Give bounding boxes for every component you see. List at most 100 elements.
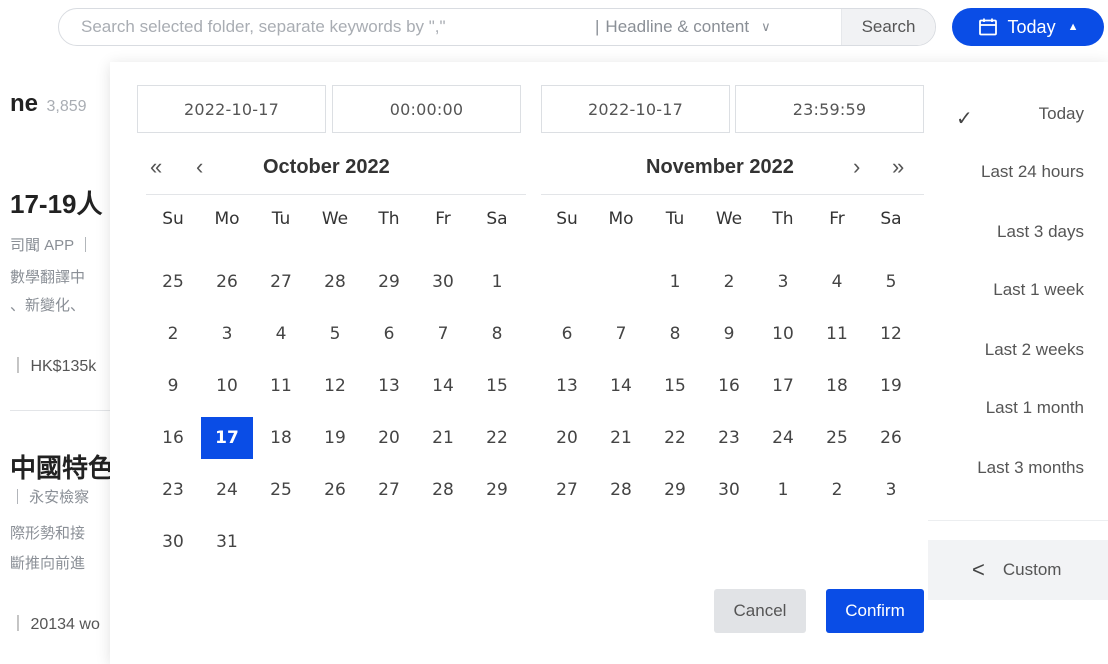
calendar-day[interactable]: 25 bbox=[254, 464, 308, 516]
calendar-day[interactable]: 18 bbox=[810, 360, 864, 412]
calendar-day[interactable]: 24 bbox=[756, 412, 810, 464]
calendar-day[interactable]: 8 bbox=[648, 308, 702, 360]
calendar-day[interactable]: 13 bbox=[540, 360, 594, 412]
quick-range-item[interactable]: Last 3 days bbox=[997, 222, 1084, 242]
weekday-header: Su bbox=[556, 209, 578, 229]
calendar-day[interactable]: 3 bbox=[864, 464, 918, 516]
end-date-field[interactable]: 2022-10-17 bbox=[541, 85, 730, 133]
calendar-day[interactable]: 28 bbox=[308, 256, 362, 308]
calendar-day[interactable]: 4 bbox=[810, 256, 864, 308]
calendar-day[interactable]: 9 bbox=[702, 308, 756, 360]
weekday-header: Fr bbox=[435, 209, 451, 229]
search-button[interactable]: Search bbox=[841, 9, 935, 45]
calendar-day[interactable]: 1 bbox=[648, 256, 702, 308]
calendar-day[interactable]: 2 bbox=[810, 464, 864, 516]
calendar-day[interactable]: 20 bbox=[362, 412, 416, 464]
calendar-day[interactable]: 29 bbox=[648, 464, 702, 516]
calendar-day[interactable]: 16 bbox=[146, 412, 200, 464]
calendar-day[interactable]: 23 bbox=[146, 464, 200, 516]
calendar-day[interactable]: 2 bbox=[146, 308, 200, 360]
quick-range-item[interactable]: Last 1 week bbox=[993, 280, 1084, 300]
calendar-day[interactable]: 30 bbox=[702, 464, 756, 516]
calendar-day[interactable]: 17 bbox=[756, 360, 810, 412]
prev-month-icon[interactable]: ‹ bbox=[196, 152, 203, 182]
calendar-day[interactable]: 23 bbox=[702, 412, 756, 464]
calendar-day[interactable]: 2 bbox=[702, 256, 756, 308]
article-snippet: 、新變化、 bbox=[10, 297, 86, 314]
calendar-day[interactable]: 14 bbox=[594, 360, 648, 412]
calendar-day[interactable]: 27 bbox=[540, 464, 594, 516]
calendar-day[interactable]: 21 bbox=[594, 412, 648, 464]
calendar-day[interactable]: 22 bbox=[470, 412, 524, 464]
article-headline[interactable]: 17-19人 bbox=[10, 184, 103, 221]
calendar-day[interactable]: 19 bbox=[308, 412, 362, 464]
cancel-button[interactable]: Cancel bbox=[714, 589, 806, 633]
prev-year-icon[interactable]: « bbox=[150, 152, 162, 182]
calendar-day[interactable]: 28 bbox=[594, 464, 648, 516]
quick-range-item[interactable]: Today bbox=[1039, 104, 1084, 124]
calendar-day[interactable]: 25 bbox=[146, 256, 200, 308]
calendar-day[interactable]: 12 bbox=[308, 360, 362, 412]
quick-range-item[interactable]: Last 24 hours bbox=[981, 162, 1084, 182]
calendar-day[interactable]: 18 bbox=[254, 412, 308, 464]
calendar-day[interactable]: 8 bbox=[470, 308, 524, 360]
calendar-day[interactable]: 27 bbox=[254, 256, 308, 308]
calendar-day-selected[interactable]: 17 bbox=[200, 412, 254, 464]
calendar-day[interactable]: 15 bbox=[470, 360, 524, 412]
calendar-day[interactable]: 14 bbox=[416, 360, 470, 412]
custom-range-button[interactable]: < Custom bbox=[928, 540, 1108, 600]
quick-range-item[interactable]: Last 1 month bbox=[986, 398, 1084, 418]
calendar-day[interactable]: 24 bbox=[200, 464, 254, 516]
calendar-day[interactable]: 10 bbox=[756, 308, 810, 360]
start-time-field[interactable]: 00:00:00 bbox=[332, 85, 521, 133]
calendar-day[interactable]: 6 bbox=[362, 308, 416, 360]
calendar-day[interactable]: 4 bbox=[254, 308, 308, 360]
calendar-day[interactable]: 20 bbox=[540, 412, 594, 464]
calendar-day[interactable]: 5 bbox=[864, 256, 918, 308]
calendar-day[interactable]: 1 bbox=[756, 464, 810, 516]
date-range-button[interactable]: Today ▲ bbox=[952, 8, 1104, 46]
next-year-icon[interactable]: » bbox=[892, 152, 904, 182]
end-time-field[interactable]: 23:59:59 bbox=[735, 85, 924, 133]
calendar-day[interactable]: 26 bbox=[864, 412, 918, 464]
calendar-day[interactable]: 21 bbox=[416, 412, 470, 464]
calendar-day[interactable]: 10 bbox=[200, 360, 254, 412]
confirm-button[interactable]: Confirm bbox=[826, 589, 924, 633]
calendar-day[interactable]: 6 bbox=[540, 308, 594, 360]
calendar-day[interactable]: 1 bbox=[470, 256, 524, 308]
article-list: ne 3,859 17-19人 司聞 APP ｜ 數學翻譯中 、新變化、 ｜ H… bbox=[0, 60, 112, 664]
calendar-day[interactable]: 5 bbox=[308, 308, 362, 360]
calendar-day[interactable]: 30 bbox=[146, 516, 200, 568]
calendar-day[interactable]: 19 bbox=[864, 360, 918, 412]
article-snippet: 際形勢和接 bbox=[10, 525, 86, 542]
calendar-day[interactable]: 25 bbox=[810, 412, 864, 464]
calendar-day[interactable]: 30 bbox=[416, 256, 470, 308]
calendar-day[interactable]: 15 bbox=[648, 360, 702, 412]
calendar-day[interactable]: 11 bbox=[810, 308, 864, 360]
calendar-day[interactable]: 11 bbox=[254, 360, 308, 412]
calendar-day[interactable]: 29 bbox=[362, 256, 416, 308]
quick-range-item[interactable]: Last 2 weeks bbox=[985, 340, 1084, 360]
calendar-day[interactable]: 29 bbox=[470, 464, 524, 516]
calendar-day[interactable]: 28 bbox=[416, 464, 470, 516]
calendar-day[interactable]: 12 bbox=[864, 308, 918, 360]
calendar-day[interactable]: 22 bbox=[648, 412, 702, 464]
calendar-day[interactable]: 7 bbox=[594, 308, 648, 360]
weekday-header: Mo bbox=[214, 209, 240, 229]
search-scope-dropdown[interactable]: Headline & content ∨ bbox=[605, 17, 795, 37]
search-input[interactable] bbox=[59, 9, 589, 45]
calendar-day[interactable]: 16 bbox=[702, 360, 756, 412]
calendar-day[interactable]: 3 bbox=[756, 256, 810, 308]
start-date-field[interactable]: 2022-10-17 bbox=[137, 85, 326, 133]
calendar-day[interactable]: 26 bbox=[308, 464, 362, 516]
calendar-day[interactable]: 7 bbox=[416, 308, 470, 360]
calendar-day[interactable]: 27 bbox=[362, 464, 416, 516]
quick-range-item[interactable]: Last 3 months bbox=[977, 458, 1084, 478]
calendar-day[interactable]: 31 bbox=[200, 516, 254, 568]
calendar-day[interactable]: 13 bbox=[362, 360, 416, 412]
next-month-icon[interactable]: › bbox=[853, 152, 860, 182]
article-headline[interactable]: 中國特色 bbox=[10, 448, 112, 485]
calendar-day[interactable]: 3 bbox=[200, 308, 254, 360]
calendar-day[interactable]: 9 bbox=[146, 360, 200, 412]
calendar-day[interactable]: 26 bbox=[200, 256, 254, 308]
